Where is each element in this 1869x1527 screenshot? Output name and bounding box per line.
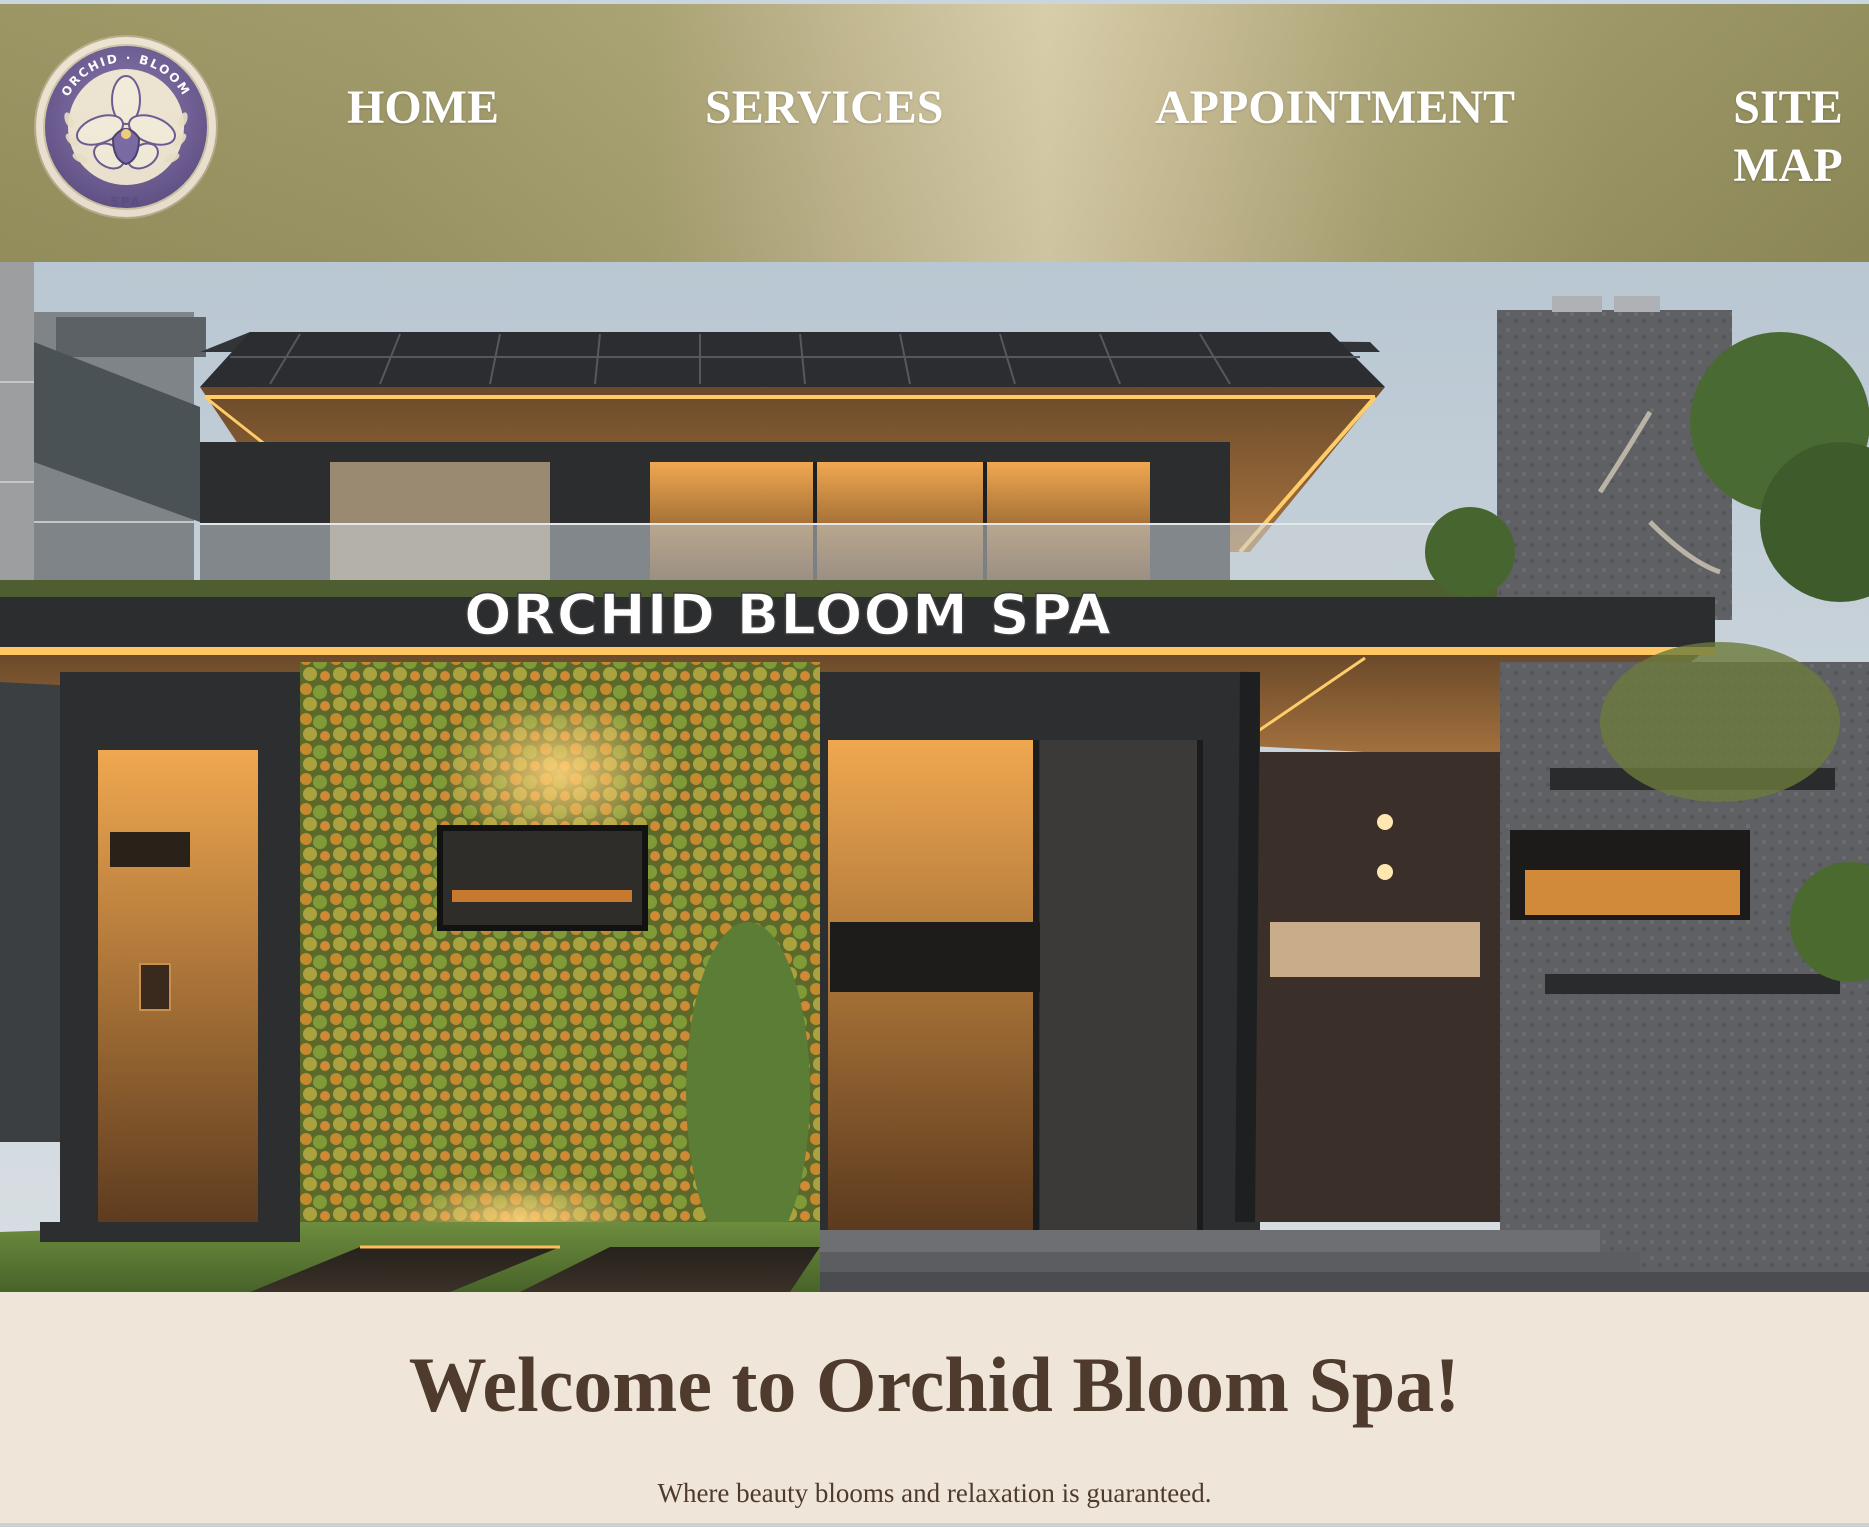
logo-badge: ORCHID · BLOOM SPA	[34, 35, 218, 219]
site-map-line-1: SITE	[1733, 81, 1843, 134]
nav-link-site-map[interactable]: SITE MAP	[1728, 79, 1848, 195]
orchid-bloom-logo[interactable]: ORCHID · BLOOM SPA	[33, 34, 219, 220]
welcome-section: Welcome to Orchid Bloom Spa! Where beaut…	[0, 1292, 1869, 1527]
nav-link-appointment[interactable]: APPOINTMENT	[1155, 79, 1515, 137]
hero-image: ORCHID BLOOM SPA	[0, 262, 1869, 1292]
spa-building-sign: ORCHID BLOOM SPA	[464, 583, 1112, 648]
nav-link-services[interactable]: SERVICES	[705, 79, 943, 137]
spa-building-illustration: ORCHID BLOOM SPA	[0, 262, 1869, 1292]
welcome-tagline: Where beauty blooms and relaxation is gu…	[657, 1478, 1212, 1508]
nav-link-home[interactable]: HOME	[347, 79, 499, 137]
site-map-line-2: MAP	[1733, 139, 1843, 192]
welcome-heading: Welcome to Orchid Bloom Spa!	[408, 1341, 1461, 1428]
logo-bottom-text: SPA	[110, 195, 142, 209]
site-header: ORCHID · BLOOM SPA HOME SERVICES APPOINT…	[0, 4, 1869, 262]
bottom-border-strip	[0, 1523, 1869, 1527]
